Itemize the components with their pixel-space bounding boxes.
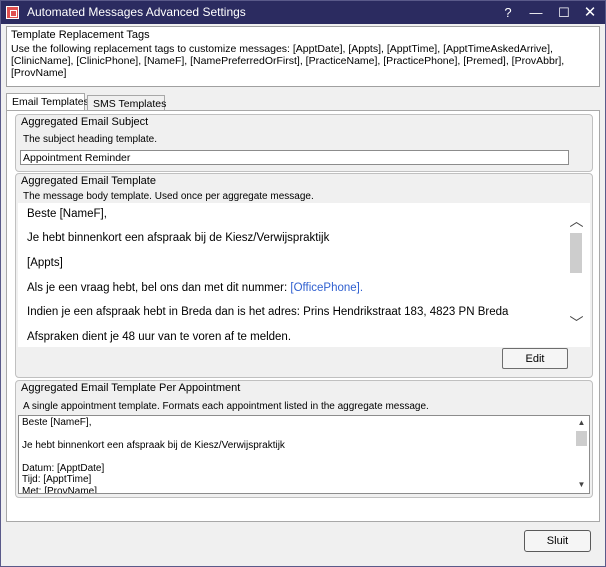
email-template-title: Aggregated Email Template [21, 175, 156, 187]
appointment-template-scrollbar[interactable]: ▲ ▼ [574, 416, 589, 493]
chevron-up-icon[interactable]: ︿ [567, 211, 586, 231]
appt-line: Datum: [ApptDate] [22, 463, 105, 474]
body-line: Je hebt binnenkort een afspraak bij de K… [27, 232, 330, 244]
settings-window: Automated Messages Advanced Settings ? —… [0, 0, 606, 567]
email-templates-panel: Aggregated Email Subject The subject hea… [6, 110, 600, 522]
appointment-template-textarea[interactable]: Beste [NameF], Je hebt binnenkort een af… [18, 415, 590, 494]
title-bar: Automated Messages Advanced Settings ? —… [1, 1, 605, 24]
appointment-template-title: Aggregated Email Template Per Appointmen… [21, 382, 241, 394]
email-template-description: The message body template. Used once per… [23, 191, 314, 202]
body-line-text: Als je een vraag hebt, bel ons dan met d… [27, 282, 291, 294]
replacement-tags-description: Use the following replacement tags to cu… [11, 43, 565, 79]
close-dialog-button[interactable]: Sluit [524, 530, 591, 552]
app-icon [6, 6, 19, 19]
scroll-up-icon[interactable]: ▲ [574, 418, 589, 427]
email-body-textarea[interactable]: Beste [NameF], Je hebt binnenkort een af… [18, 203, 590, 347]
tab-sms-templates[interactable]: SMS Templates [87, 95, 166, 111]
maximize-button[interactable]: ☐ [551, 1, 577, 24]
scroll-thumb[interactable] [570, 233, 582, 273]
edit-button[interactable]: Edit [502, 348, 568, 369]
window-title: Automated Messages Advanced Settings [27, 5, 246, 19]
replacement-tags-panel: Template Replacement Tags Use the follow… [6, 26, 600, 87]
appt-line: Tijd: [ApptTime] [22, 474, 92, 485]
appt-line: Je hebt binnenkort een afspraak bij de K… [22, 440, 285, 451]
appt-line: Beste [NameF], [22, 417, 92, 428]
subject-group-title: Aggregated Email Subject [21, 116, 149, 128]
minimize-button[interactable]: — [523, 1, 549, 24]
subject-group: Aggregated Email Subject The subject hea… [15, 114, 593, 172]
office-phone-tag: [OfficePhone]. [290, 282, 364, 294]
appt-line: Met: [ProvName] [22, 486, 98, 494]
appointment-template-description: A single appointment template. Formats e… [23, 401, 429, 412]
scroll-down-icon[interactable]: ▼ [574, 480, 589, 489]
subject-input[interactable]: Appointment Reminder [20, 150, 569, 165]
chevron-down-icon[interactable]: ﹀ [567, 313, 586, 333]
close-button[interactable]: ✕ [577, 1, 603, 24]
subject-description: The subject heading template. [23, 134, 157, 145]
email-template-group: Aggregated Email Template The message bo… [15, 173, 593, 378]
appointment-template-group: Aggregated Email Template Per Appointmen… [15, 380, 593, 498]
body-line: Afspraken dient je 48 uur van te voren a… [27, 331, 292, 343]
body-line: Als je een vraag hebt, bel ons dan met d… [27, 282, 363, 294]
body-line: Beste [NameF], [27, 208, 107, 220]
body-line: [Appts] [27, 257, 63, 269]
replacement-tags-title: Template Replacement Tags [11, 29, 150, 41]
scroll-thumb[interactable] [576, 431, 587, 446]
help-button[interactable]: ? [495, 1, 521, 24]
tab-email-templates[interactable]: Email Templates [6, 93, 89, 111]
email-body-scrollbar[interactable]: ︿ ﹀ [567, 203, 586, 347]
body-line: Indien je een afspraak hebt in Breda dan… [27, 306, 509, 318]
